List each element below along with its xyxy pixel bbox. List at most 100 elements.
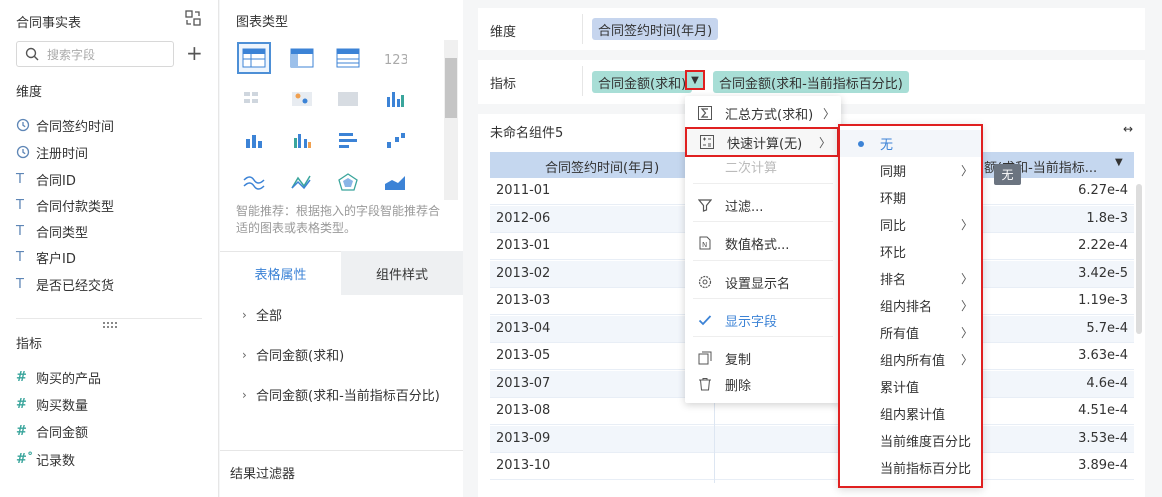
menu-divider [693, 336, 833, 337]
kpi-number-icon[interactable]: 123 [378, 42, 412, 74]
option-label: 当前指标百分比 [880, 462, 972, 477]
menu-divider [693, 260, 833, 261]
line-chart-icon[interactable] [237, 166, 271, 198]
area-chart-icon[interactable] [378, 166, 412, 198]
quick-calc-option[interactable]: 当前指标百分比 [840, 454, 981, 481]
metric-field-item[interactable]: # 购买数量 [16, 393, 88, 415]
menu-item[interactable]: 删除 [685, 371, 841, 397]
clock-icon [16, 144, 36, 160]
chevron-right-icon: › [242, 347, 247, 362]
option-label: 环比 [880, 246, 907, 261]
dimension-field-item[interactable]: T 是否已经交货 [16, 273, 114, 295]
bar-group-icon[interactable] [378, 83, 412, 115]
stacked-bar-icon[interactable] [378, 124, 412, 156]
record-count-icon: #˚ [16, 451, 34, 467]
option-label: 组内排名 [880, 300, 933, 315]
dimension-field-item[interactable]: 合同签约时间 [16, 114, 114, 136]
field-search-input[interactable]: 搜索字段 [16, 41, 174, 67]
heatmap-icon[interactable] [331, 83, 365, 115]
menu-item[interactable]: 显示字段 [685, 307, 841, 333]
divider [582, 66, 583, 96]
divider [220, 450, 463, 451]
chart-list-scroll-thumb[interactable] [445, 58, 457, 118]
quick-calc-option[interactable]: 组内所有值〉 [840, 346, 981, 373]
menu-item[interactable]: 汇总方式(求和) 〉 [685, 100, 841, 126]
menu-item[interactable]: N 数值格式... [685, 230, 841, 256]
quick-calc-option[interactable]: 同比 〉 [840, 211, 981, 238]
selected-dot-icon [858, 140, 864, 147]
dot-table-icon[interactable] [285, 83, 319, 115]
quick-calc-option[interactable]: 排名 〉 [840, 265, 981, 292]
search-placeholder: 搜索字段 [47, 48, 96, 62]
sigma-icon [697, 105, 713, 121]
dimension-field-item[interactable]: T 合同类型 [16, 220, 88, 242]
quick-calc-option[interactable]: 组内排名 〉 [840, 292, 981, 319]
caret-down-icon: ▼ [691, 74, 699, 86]
quick-calc-option[interactable]: 组内累计值 [840, 400, 981, 427]
option-label: 同比 [880, 219, 907, 234]
date-cell: 2013-01 [496, 238, 551, 253]
quick-calc-option[interactable]: 累计值 [840, 373, 981, 400]
dimension-field-item[interactable]: 注册时间 [16, 141, 88, 163]
date-cell: 2013-05 [496, 348, 551, 363]
tooltip: 无 [994, 164, 1021, 185]
quick-calc-option[interactable]: 同期 〉 [840, 157, 981, 184]
property-item-amount-percent[interactable]: › 合同金额(求和-当前指标百分比) [242, 385, 440, 405]
sort-caret-icon[interactable]: ▼ [1115, 157, 1123, 168]
table-row[interactable]: 2013-09 3.53e-4 [490, 425, 1134, 453]
menu-item[interactable]: 过滤... [685, 192, 841, 218]
metric-field-item[interactable]: #˚ 记录数 [16, 448, 75, 470]
date-cell: 2013-09 [496, 430, 551, 446]
column-header-date[interactable]: 合同签约时间(年月) [545, 157, 659, 176]
table-row[interactable]: 2013-10 3.89e-4 [490, 453, 1134, 480]
value-cell: 6.27e-4 [1078, 183, 1128, 198]
menu-item-label: 二次计算 [725, 160, 778, 176]
menu-item-label: 设置显示名 [725, 276, 791, 292]
metric-context-menu: 汇总方式(求和) 〉快速计算(无) 〉二次计算 过滤... N 数值格式... 设置显示名显… [685, 96, 841, 403]
metric-dropdown-button[interactable]: ▼ [685, 70, 705, 90]
chevron-right-icon: 〉 [822, 106, 835, 121]
metric-field-item[interactable]: # 购买的产品 [16, 366, 101, 388]
dimension-field-item[interactable]: T 合同ID [16, 168, 76, 190]
menu-item[interactable]: 复制 [685, 345, 841, 371]
quick-calc-option[interactable]: 当前维度百分比 [840, 427, 981, 454]
metric-field-item[interactable]: # 合同金额 [16, 420, 88, 442]
resize-grip-icon[interactable] [101, 318, 119, 328]
field-label: 合同类型 [36, 225, 89, 241]
chevron-right-icon: 〉 [960, 272, 973, 286]
quick-calc-option[interactable]: 无 [840, 130, 981, 157]
widget-title[interactable]: 未命名组件5 [490, 122, 563, 141]
table-scrollbar[interactable] [1136, 184, 1142, 334]
quick-calc-option[interactable]: 所有值 〉 [840, 319, 981, 346]
dimension-pill[interactable]: 合同签约时间(年月) [592, 18, 719, 40]
quick-calc-option[interactable]: 环期 [840, 184, 981, 211]
number-type-icon: # [16, 423, 27, 439]
area-line-icon[interactable] [285, 166, 319, 198]
switch-dataset-icon[interactable] [185, 10, 201, 26]
metric-pill-percent[interactable]: 合同金额(求和-当前指标百分比) [713, 71, 909, 93]
property-item-all[interactable]: › 全部 [242, 305, 282, 325]
grid-chart-icon[interactable] [237, 83, 271, 115]
multi-column-icon[interactable] [285, 124, 319, 156]
chevron-right-icon: 〉 [960, 164, 973, 178]
menu-item[interactable]: 设置显示名 [685, 269, 841, 295]
column-chart-icon[interactable] [237, 124, 271, 156]
dimension-field-item[interactable]: T 客户ID [16, 246, 76, 268]
expand-width-icon[interactable]: ↔ [1123, 122, 1133, 136]
quick-calc-option[interactable]: 环比 [840, 238, 981, 265]
menu-item-label: 删除 [725, 378, 752, 394]
date-cell: 2013-08 [496, 403, 551, 418]
field-label: 客户ID [36, 251, 76, 267]
table-chart-icon[interactable] [237, 42, 271, 74]
add-field-button[interactable]: + [186, 42, 203, 64]
metric-pill-sum[interactable]: 合同金额(求和) [592, 71, 693, 93]
bar-horizontal-icon[interactable] [331, 124, 365, 156]
radar-chart-icon[interactable] [331, 166, 365, 198]
crosstab-chart-icon[interactable] [285, 42, 319, 74]
tab-table-properties[interactable]: 表格属性 [220, 251, 341, 295]
tab-component-style[interactable]: 组件样式 [341, 251, 463, 295]
dimension-field-item[interactable]: T 合同付款类型 [16, 194, 114, 216]
detail-table-icon[interactable] [331, 42, 365, 74]
date-cell: 2013-04 [496, 320, 551, 336]
property-item-amount-sum[interactable]: › 合同金额(求和) [242, 345, 344, 365]
